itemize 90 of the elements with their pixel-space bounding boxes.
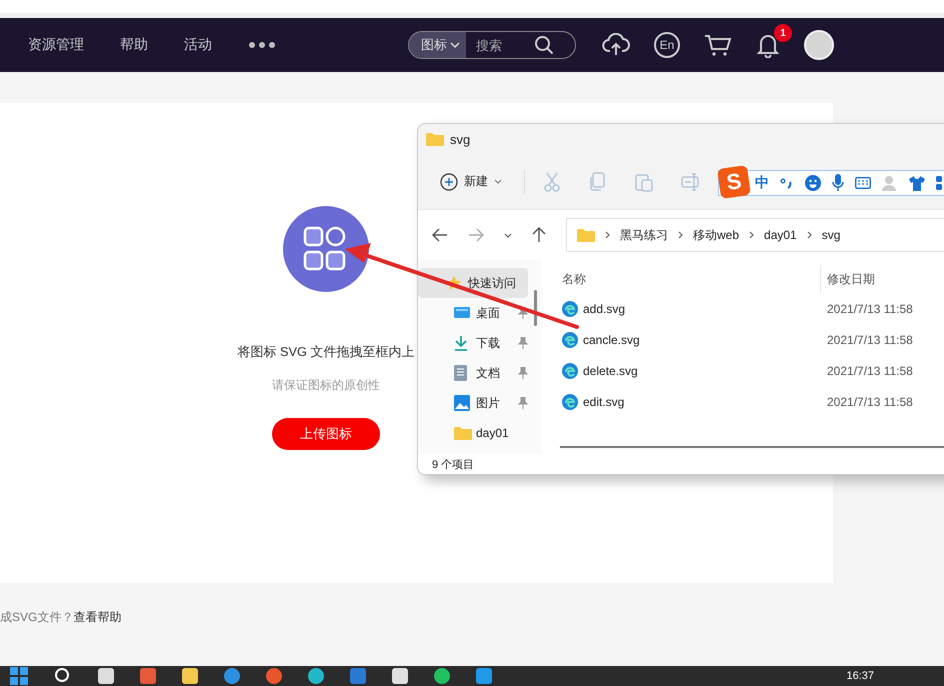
notification-badge: 1 <box>774 24 792 42</box>
folder-icon <box>426 132 444 146</box>
sidebar-item[interactable]: 桌面 <box>418 298 528 328</box>
window-title: svg <box>450 132 470 146</box>
file-name: add.svg <box>583 302 626 316</box>
column-header[interactable]: 名称 <box>562 270 820 288</box>
search-icon[interactable] <box>534 35 554 55</box>
sidebar-item[interactable]: 快速访问 <box>418 268 528 298</box>
grid-icon <box>283 206 369 292</box>
cart-icon[interactable] <box>704 33 732 57</box>
input-mode-toggle[interactable]: 中 <box>755 174 769 192</box>
breadcrumb-item[interactable]: svg <box>822 228 840 242</box>
caret-icon <box>494 179 502 184</box>
help-link[interactable]: 查看帮助 <box>73 609 122 626</box>
download-icon <box>454 335 468 351</box>
clock-time: 16:37 <box>846 670 874 682</box>
file-row[interactable]: cancle.svg 2021/7/13 11:58 <box>562 324 944 355</box>
modified-date: 2021/7/13 11:58 <box>826 394 913 410</box>
browser-file-icon <box>562 300 578 316</box>
start-icon[interactable] <box>10 667 28 685</box>
modified-date: 2021/7/13 11:58 <box>826 300 913 318</box>
upload-button[interactable]: 上传图标 <box>272 418 380 450</box>
scrollbar[interactable] <box>560 446 944 448</box>
breadcrumb-bar[interactable]: 黑马练习 移动web day01 svg <box>566 218 944 252</box>
bell-icon[interactable] <box>756 32 780 58</box>
up-arrow-icon[interactable] <box>532 227 546 243</box>
microphone-icon[interactable] <box>832 174 844 192</box>
chevron-right-icon <box>806 231 812 239</box>
nav-link[interactable]: 帮助 <box>120 36 148 54</box>
modified-date: 2021/7/13 11:58 <box>826 362 913 380</box>
picture-icon <box>454 395 470 411</box>
clipboard-icon[interactable] <box>635 172 653 192</box>
sidebar-item[interactable]: 下载 <box>418 328 528 358</box>
originality-note: 请保证图标的原创性 <box>272 377 380 394</box>
app-icon[interactable] <box>140 668 156 684</box>
file-row[interactable]: edit.svg 2021/7/13 11:58 <box>562 386 944 417</box>
nav-link[interactable]: 活动 <box>184 36 212 54</box>
chevron-right-icon <box>678 231 683 239</box>
language-button[interactable]: En <box>654 32 680 58</box>
breadcrumb-item[interactable]: 移动web <box>693 226 740 244</box>
browser-file-icon <box>562 394 578 410</box>
file-name: edit.svg <box>583 394 624 408</box>
smiley-icon[interactable] <box>805 175 821 191</box>
app-icon[interactable] <box>308 668 324 684</box>
star-icon <box>446 275 462 291</box>
nav-link[interactable]: 资源管理 <box>28 36 84 54</box>
item-count: 9 个项目 <box>431 458 476 472</box>
new-button[interactable]: 新建 <box>436 168 506 194</box>
sidebar-item[interactable]: 文档 <box>418 358 528 388</box>
folder-icon <box>454 426 472 440</box>
search-icon[interactable] <box>54 667 72 685</box>
file-row[interactable]: add.svg 2021/7/13 11:58 <box>562 293 944 324</box>
browser-file-icon <box>562 332 578 348</box>
more-icon[interactable] <box>248 41 276 49</box>
modified-date: 2021/7/13 11:58 <box>826 332 913 348</box>
chevron-right-icon <box>749 231 754 239</box>
sidebar-item[interactable]: 图片 <box>418 388 528 418</box>
cloud-upload-icon[interactable] <box>602 33 630 57</box>
avatar[interactable] <box>804 30 834 60</box>
file-row[interactable]: delete.svg 2021/7/13 11:58 <box>562 355 944 386</box>
punctuation-icon[interactable] <box>780 176 794 190</box>
app-icon[interactable] <box>476 668 492 684</box>
help-text: 成SVG文件？ <box>0 609 74 626</box>
app-icon[interactable] <box>434 668 450 684</box>
document-icon <box>454 365 467 381</box>
app-icon[interactable] <box>392 668 408 684</box>
sidebar-item[interactable]: day01 <box>418 418 528 448</box>
file-name: delete.svg <box>583 364 638 378</box>
upload-instruction: 将图标 SVG 文件拖拽至框内上 <box>237 344 415 361</box>
column-header[interactable]: 修改日期 <box>820 265 875 293</box>
back-icon[interactable] <box>432 228 448 242</box>
caret-icon <box>450 42 460 48</box>
app-icon[interactable] <box>224 668 240 684</box>
search-scope-dropdown[interactable]: 图标 <box>409 32 466 58</box>
folder-icon[interactable] <box>182 668 198 684</box>
search-field[interactable]: 图标 搜索 <box>408 31 576 59</box>
plus-icon <box>440 172 458 190</box>
chevron-down-icon[interactable] <box>504 232 512 238</box>
file-name: cancle.svg <box>583 332 640 346</box>
shirt-icon[interactable] <box>909 175 925 191</box>
monitor-icon <box>454 306 470 320</box>
breadcrumb-item[interactable]: 黑马练习 <box>620 226 668 244</box>
keyboard-icon[interactable] <box>855 177 871 189</box>
breadcrumb-item[interactable]: day01 <box>764 228 797 242</box>
app-icon[interactable] <box>98 668 114 684</box>
browser-file-icon <box>562 362 578 378</box>
chevron-right-icon <box>605 231 610 239</box>
scrollbar[interactable] <box>534 290 537 326</box>
folder-icon <box>577 228 595 242</box>
app-icon[interactable] <box>266 668 282 684</box>
